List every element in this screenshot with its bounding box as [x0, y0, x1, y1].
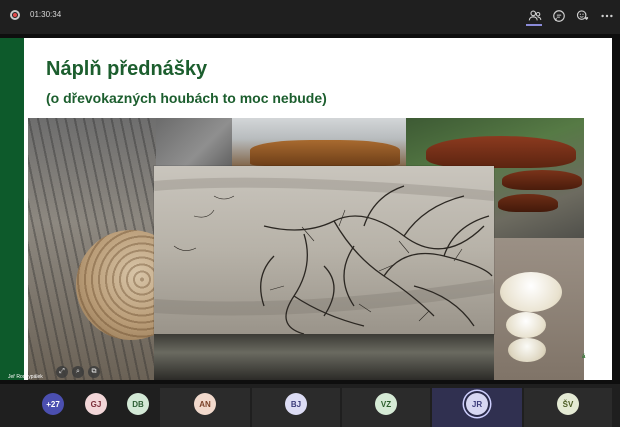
participant-tile[interactable]: AN — [160, 388, 250, 427]
meeting-top-bar: 01:30:34 — [0, 0, 620, 34]
photo-bark-closeup — [156, 118, 232, 170]
photo-rhizomorphs-on-log — [154, 166, 494, 334]
photo-bracket-fungus-on-bark — [28, 118, 158, 380]
chat-icon[interactable] — [552, 9, 566, 23]
avatar[interactable]: JR — [466, 393, 488, 415]
participants-icon[interactable] — [528, 9, 542, 23]
popout-icon[interactable]: ⧉ — [88, 366, 100, 378]
recording-icon — [10, 10, 20, 20]
overflow-count-avatar[interactable]: +27 — [42, 393, 64, 415]
participants-strip: +27 GJ DB AN BJ VZ JR ŠV — [0, 384, 620, 427]
photo-white-fungus — [492, 238, 584, 380]
slide-corner-text: á — [582, 354, 586, 360]
presenter-name: Jeř Roqnypálek — [8, 374, 43, 380]
more-icon[interactable] — [600, 9, 614, 23]
fit-screen-icon[interactable]: ⤢ — [56, 366, 68, 378]
avatar[interactable]: DB — [127, 393, 149, 415]
avatar-initials: +27 — [46, 399, 60, 409]
avatar[interactable]: GJ — [85, 393, 107, 415]
participant-tile[interactable]: BJ — [252, 388, 340, 427]
avatar[interactable]: BJ — [285, 393, 307, 415]
avatar-initials: ŠV — [562, 399, 574, 409]
zoom-icon[interactable]: ⌕ — [72, 366, 84, 378]
avatar-initials: GJ — [90, 399, 102, 409]
avatar-initials: AN — [199, 399, 211, 409]
reactions-icon[interactable] — [576, 9, 590, 23]
avatar[interactable]: VZ — [375, 393, 397, 415]
avatar-initials: VZ — [380, 399, 392, 409]
avatar-initials: BJ — [290, 399, 302, 409]
presentation-slide: Náplň přednášky (o dřevokazných houbách … — [0, 38, 612, 380]
shared-screen-area: Náplň přednášky (o dřevokazných houbách … — [0, 34, 620, 384]
meeting-timer: 01:30:34 — [30, 10, 62, 19]
avatar[interactable]: AN — [194, 393, 216, 415]
active-tab-indicator — [526, 24, 542, 26]
photo-brown-shelf-fungus — [232, 118, 406, 170]
slide-title: Náplň přednášky — [46, 58, 208, 80]
avatar-initials: JR — [471, 399, 483, 409]
participant-tile[interactable]: GJ — [76, 388, 116, 427]
participant-tile-speaking[interactable]: JR — [432, 388, 522, 427]
photo-forest-floor — [154, 334, 494, 380]
participant-tile[interactable]: ŠV — [524, 388, 612, 427]
rhizomorph-pattern — [154, 177, 494, 334]
participant-tile[interactable]: DB — [116, 388, 160, 427]
avatar[interactable]: ŠV — [557, 393, 579, 415]
participant-tile[interactable]: +27 — [30, 388, 76, 427]
participant-tile[interactable]: VZ — [342, 388, 430, 427]
avatar-initials: DB — [132, 399, 144, 409]
slide-accent-stripe — [0, 38, 24, 380]
slide-subtitle: (o dřevokazných houbách to moc nebude) — [46, 90, 327, 106]
